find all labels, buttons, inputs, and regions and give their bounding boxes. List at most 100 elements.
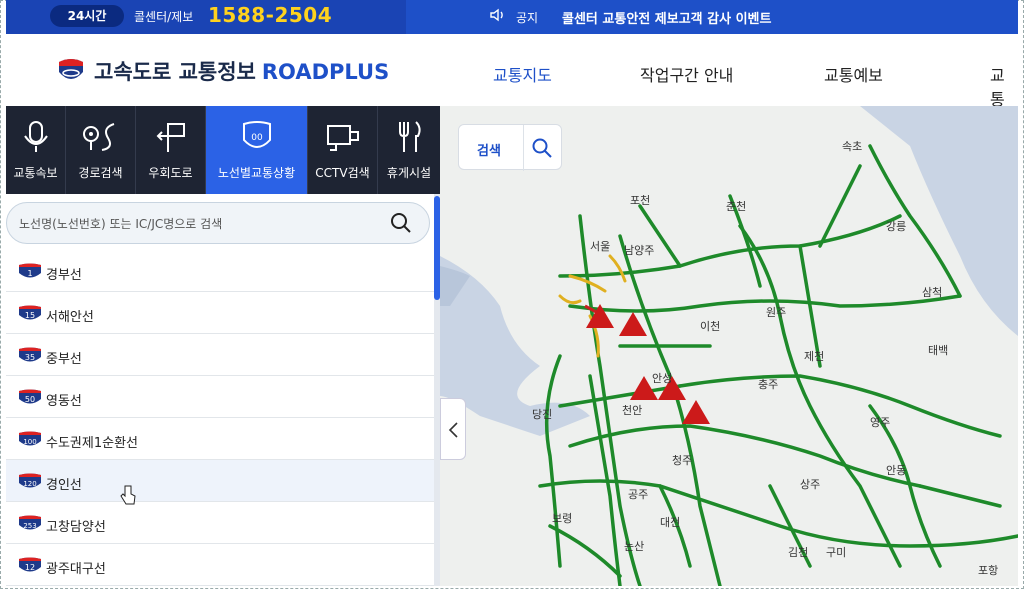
city-label: 공주 (628, 488, 649, 501)
city-label: 안동 (886, 464, 907, 477)
nav-traffic-forecast[interactable]: 교통예보 (824, 62, 883, 86)
route-number: 253 (23, 522, 36, 530)
city-label: 영주 (870, 416, 891, 429)
city-label: 서울 (590, 240, 611, 253)
route-search-input[interactable] (19, 213, 379, 235)
city-label: 속초 (842, 140, 863, 153)
speaker-icon (490, 8, 506, 26)
tab-route-search[interactable]: 경로검색 (66, 106, 136, 194)
logo-shield-icon (59, 59, 83, 79)
list-item[interactable]: 35 중부선 (6, 334, 434, 376)
24h-badge: 24시간 (50, 5, 124, 27)
site-logo[interactable]: 고속도로 교통정보 ROADPLUS (94, 56, 389, 86)
route-list: 1 경부선 15 서해안선 35 중부선 50 영동선 100 수도권제1순환선… (6, 250, 434, 586)
route-shield-icon: 120 (19, 473, 41, 488)
logo-brand: ROADPLUS (261, 60, 390, 84)
list-item[interactable]: 50 영동선 (6, 376, 434, 418)
city-label: 남양주 (624, 244, 655, 257)
tab-label: 우회도로 (148, 166, 193, 180)
tab-label: 경로검색 (78, 166, 123, 180)
top-bar: 24시간 콜센터/제보 1588-2504 공지 콜센터 교통안전 제보고객 감… (6, 0, 1018, 34)
callcenter-label: 콜센터/제보 (134, 10, 194, 24)
nav-work-zone[interactable]: 작업구간 안내 (640, 62, 733, 86)
city-label: 이천 (700, 320, 721, 333)
list-item[interactable]: 12 광주대구선 (6, 544, 434, 586)
search-icon[interactable] (531, 137, 553, 159)
route-number: 15 (25, 311, 35, 320)
route-name: 고창담양선 (46, 520, 106, 535)
city-label: 원주 (766, 306, 787, 319)
map-search-button[interactable]: 검색 (458, 124, 562, 171)
route-number: 35 (25, 353, 35, 362)
notice-text[interactable]: 콜센터 교통안전 제보고객 감사 이벤트 (562, 8, 771, 27)
mic-icon (24, 121, 48, 152)
route-number: 100 (23, 438, 36, 446)
route-shield-icon: 35 (19, 347, 41, 362)
route-shield-icon: 00 (243, 121, 271, 148)
tab-label: 노선별교통상황 (217, 166, 296, 180)
logo-title: 고속도로 교통정보 (94, 60, 256, 84)
route-name: 서해안선 (46, 310, 94, 325)
callcenter-phone[interactable]: 1588-2504 (208, 3, 332, 27)
route-shield-icon: 50 (19, 389, 41, 404)
list-item[interactable]: 253 고창담양선 (6, 502, 434, 544)
divider (523, 125, 524, 171)
city-label: 제천 (804, 350, 825, 363)
list-item[interactable]: 100 수도권제1순환선 (6, 418, 434, 460)
route-shield-icon: 253 (19, 515, 41, 530)
tab-route-traffic[interactable]: 00 노선별교통상황 (206, 106, 308, 194)
city-label: 태백 (928, 344, 949, 357)
sidebar-tabs: 교통속보 경로검색 우회도로 00 노선별교통상황 CCTV검색 휴게시설 (6, 106, 440, 194)
route-name: 중부선 (46, 352, 82, 367)
route-number: 120 (23, 480, 36, 488)
city-label: 논산 (624, 540, 645, 553)
list-item[interactable]: 15 서해안선 (6, 292, 434, 334)
city-label: 구미 (826, 546, 847, 559)
city-label: 상주 (800, 478, 821, 491)
tab-cctv[interactable]: CCTV검색 (308, 106, 378, 194)
tab-detour[interactable]: 우회도로 (136, 106, 206, 194)
traffic-map[interactable]: 속초 포천 춘천 강릉 서울 남양주 원주 삼척 이천 태백 제천 안성 충주 … (440, 106, 1018, 586)
svg-text:00: 00 (251, 133, 263, 143)
incident-icon[interactable] (619, 312, 647, 336)
city-label: 춘천 (726, 200, 747, 213)
tab-rest-area[interactable]: 휴게시설 (378, 106, 440, 194)
route-name: 경부선 (46, 268, 82, 283)
nav-traffic-map[interactable]: 교통지도 (493, 62, 552, 86)
city-label: 보령 (552, 512, 573, 525)
city-label: 청주 (672, 454, 693, 467)
city-label: 강릉 (886, 220, 907, 233)
search-icon[interactable] (389, 211, 413, 235)
city-label: 충주 (758, 378, 779, 391)
city-label: 삼척 (922, 286, 943, 299)
nav-traffic-more[interactable]: 교통 (990, 62, 1018, 110)
hand-cursor-icon (120, 485, 136, 505)
route-number: 1 (27, 269, 32, 278)
site-header: 고속도로 교통정보 ROADPLUS 교통지도 작업구간 안내 교통예보 교통 (6, 34, 1018, 109)
incident-icon[interactable] (682, 400, 710, 424)
route-shield-icon: 1 (19, 263, 41, 278)
route-icon (83, 123, 115, 151)
city-label: 대전 (660, 516, 681, 529)
tab-traffic-news[interactable]: 교통속보 (6, 106, 66, 194)
city-label: 김천 (788, 546, 809, 559)
list-item[interactable]: 1 경부선 (6, 250, 434, 292)
collapse-panel-button[interactable] (440, 398, 466, 460)
restaurant-icon (399, 121, 421, 152)
route-name: 수도권제1순환선 (46, 436, 138, 451)
route-shield-icon: 100 (19, 431, 41, 446)
list-item[interactable]: 120 경인선 (6, 460, 434, 502)
tab-label: 휴게시설 (386, 166, 432, 180)
route-name: 경인선 (46, 478, 82, 493)
east-sea (860, 106, 1018, 336)
detour-icon (156, 123, 185, 152)
map-search-label: 검색 (477, 144, 501, 159)
city-label: 천안 (622, 404, 643, 417)
route-number: 50 (25, 395, 35, 404)
city-label: 당진 (532, 408, 553, 421)
route-name: 영동선 (46, 394, 82, 409)
route-name: 광주대구선 (46, 562, 106, 577)
route-shield-icon: 15 (19, 305, 41, 320)
tab-label: 교통속보 (13, 166, 58, 180)
route-shield-icon: 12 (19, 557, 41, 572)
